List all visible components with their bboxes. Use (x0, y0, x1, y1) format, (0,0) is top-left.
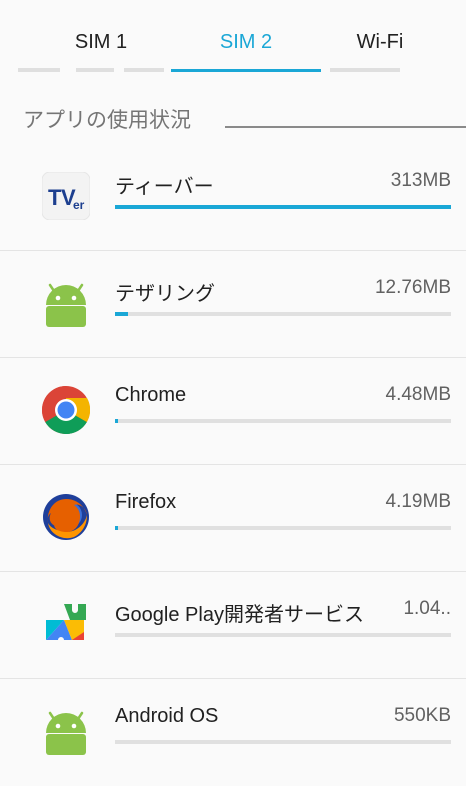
app-data-size: 550KB (393, 705, 451, 726)
usage-bar-fill (115, 312, 129, 316)
app-name: Firefox (115, 491, 177, 513)
usage-bar-fill (115, 205, 451, 209)
app-name: Google Play開発者サービス (115, 604, 364, 626)
tab-bar: SIM 1 SIM 2 Wi-Fi (0, 0, 466, 72)
app-name: テザリング (115, 283, 215, 305)
app-name: Android OS (115, 705, 219, 727)
usage-bar-fill (115, 526, 119, 530)
scroll-fade (18, 68, 60, 72)
chrome-icon (41, 386, 91, 435)
usage-bar-fill (115, 419, 119, 423)
app-row[interactable]: Google Play開発者サービス 1.04.. (0, 572, 466, 679)
tab-sim2[interactable]: SIM 2 (171, 28, 321, 56)
usage-bar (115, 312, 451, 316)
tab-wifi[interactable]: Wi-Fi (305, 28, 455, 56)
usage-bar (115, 526, 451, 530)
app-data-size: 4.19MB (385, 491, 451, 512)
svg-text:T: T (48, 185, 62, 210)
tab-sim1[interactable]: SIM 1 (26, 28, 176, 56)
app-name: ティーバー (115, 176, 214, 198)
firefox-icon (42, 493, 90, 541)
usage-bar (115, 205, 451, 209)
scroll-fade (330, 68, 400, 72)
app-row[interactable]: テザリング 12.76MB (0, 251, 466, 358)
app-name: Chrome (115, 384, 187, 406)
app-row[interactable]: Chrome 4.48MB (0, 358, 466, 465)
app-row[interactable]: Android OS 550KB (0, 679, 466, 786)
section-divider (225, 126, 466, 128)
app-row[interactable]: Firefox 4.19MB (0, 465, 466, 572)
app-row[interactable]: T V er ティーバー 313MB (0, 144, 466, 251)
google-play-services-icon (42, 600, 90, 648)
scroll-fade (76, 68, 114, 72)
tab-indicator (171, 69, 321, 72)
usage-bar (115, 419, 451, 423)
app-data-size: 12.76MB (374, 277, 451, 298)
scroll-fade (124, 68, 164, 72)
tver-icon: T V er (41, 171, 91, 221)
usage-bar (115, 740, 451, 744)
app-data-size: 313MB (390, 170, 451, 191)
svg-text:er: er (73, 198, 85, 212)
app-data-size: 4.48MB (385, 384, 451, 405)
app-data-size: 1.04.. (403, 598, 451, 619)
usage-bar (115, 633, 451, 637)
android-icon (42, 279, 90, 327)
android-icon (42, 707, 90, 755)
section-title: アプリの使用状況 (23, 109, 191, 132)
